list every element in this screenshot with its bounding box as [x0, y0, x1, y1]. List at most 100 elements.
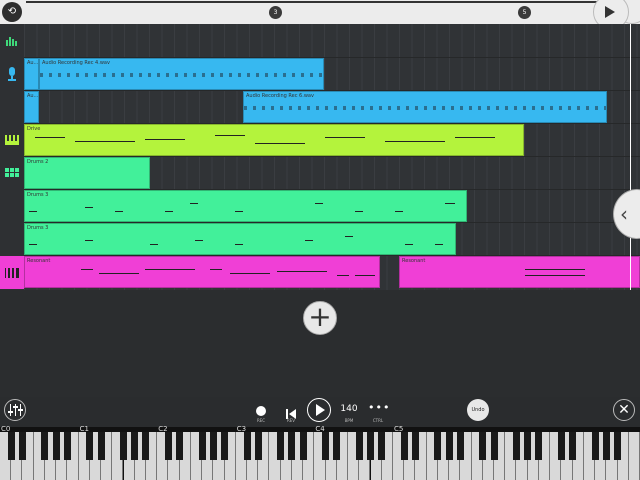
black-key[interactable] [52, 432, 60, 460]
clip-audio-recording[interactable]: Audio Recording Rec 6.wav [243, 91, 607, 123]
black-key[interactable] [164, 432, 172, 460]
black-key[interactable] [557, 432, 565, 460]
clip-audio-short[interactable]: Au... [24, 58, 39, 90]
black-key[interactable] [456, 432, 464, 460]
note-dash [85, 207, 93, 208]
note-dash [385, 141, 445, 142]
close-button[interactable]: ✕ [613, 399, 635, 421]
black-key[interactable] [198, 432, 206, 460]
black-key[interactable] [378, 432, 386, 460]
track-icon-synth[interactable] [0, 256, 24, 289]
black-key[interactable] [18, 432, 26, 460]
note-dash [235, 244, 243, 245]
clip-drums-3[interactable]: Drums 3 [24, 223, 456, 255]
black-key[interactable] [614, 432, 622, 460]
clip-drums-3[interactable]: Drums 3 [24, 190, 467, 222]
clip-title: Drums 3 [27, 225, 49, 231]
track-icon-piano[interactable] [0, 123, 24, 156]
note-dash [29, 211, 37, 212]
loop-icon[interactable]: ⟲ [2, 2, 22, 22]
clip-audio-recording[interactable]: Audio Recording Rec 4.wav [39, 58, 324, 90]
black-key[interactable] [254, 432, 262, 460]
timeline-marker[interactable]: 3 [269, 6, 282, 19]
play-button[interactable] [307, 398, 331, 422]
track-icon-mixer[interactable] [0, 24, 24, 57]
mixer-button[interactable] [4, 399, 26, 421]
black-key[interactable] [299, 432, 307, 460]
black-key[interactable] [411, 432, 419, 460]
black-key[interactable] [41, 432, 49, 460]
note-dash [455, 137, 495, 138]
note-dash [215, 135, 245, 136]
black-key[interactable] [243, 432, 251, 460]
note-dash [255, 143, 305, 144]
black-key[interactable] [7, 432, 15, 460]
note-dash [145, 139, 185, 140]
loop-bar[interactable] [26, 1, 618, 3]
black-key[interactable] [209, 432, 217, 460]
clip-audio-short[interactable]: Au... [24, 91, 39, 123]
black-key[interactable] [367, 432, 375, 460]
note-dash [85, 240, 93, 241]
arrangement-grid[interactable]: Au... Audio Recording Rec 4.wav Au... Au… [24, 24, 640, 290]
note-dash [165, 211, 173, 212]
clip-resonant[interactable]: Resonant [399, 256, 640, 288]
black-key[interactable] [176, 432, 184, 460]
note-dash [235, 211, 243, 212]
black-key[interactable] [535, 432, 543, 460]
record-button[interactable] [256, 406, 266, 416]
black-key[interactable] [445, 432, 453, 460]
note-dash [445, 203, 455, 204]
black-key[interactable] [591, 432, 599, 460]
drum-pads-icon [5, 167, 19, 177]
note-dash [325, 137, 365, 138]
note-dash [355, 211, 363, 212]
black-key[interactable] [322, 432, 330, 460]
track-icon-drums[interactable] [0, 156, 24, 189]
black-key[interactable] [602, 432, 610, 460]
piano-icon [5, 134, 19, 145]
black-key[interactable] [97, 432, 105, 460]
note-dash [75, 141, 135, 142]
black-key[interactable] [120, 432, 127, 460]
add-track-button[interactable]: + [303, 301, 337, 335]
black-key[interactable] [400, 432, 408, 460]
piano-keyboard[interactable]: C0 C1 C2 C3 C4 C5 [0, 425, 640, 480]
black-key[interactable] [333, 432, 341, 460]
white-key[interactable] [628, 432, 640, 480]
note-dash [525, 275, 585, 276]
clip-drive[interactable]: Drive [24, 124, 524, 156]
undo-button[interactable]: Undo [467, 399, 489, 421]
clip-resonant[interactable]: Resonant [24, 256, 380, 288]
black-key[interactable] [131, 432, 139, 460]
note-dash [35, 137, 65, 138]
waveform [40, 73, 323, 77]
bpm-value[interactable]: 140 [338, 404, 360, 414]
black-key[interactable] [142, 432, 150, 460]
black-key[interactable] [490, 432, 498, 460]
note-dash [115, 211, 123, 212]
note-dash [29, 244, 37, 245]
black-key[interactable] [221, 432, 229, 460]
black-key[interactable] [524, 432, 532, 460]
black-key[interactable] [63, 432, 71, 460]
black-key[interactable] [434, 432, 442, 460]
clip-drums-2[interactable]: Drums 2 [24, 157, 150, 189]
black-key[interactable] [479, 432, 487, 460]
octave-label: C1 [79, 425, 89, 433]
black-key[interactable] [569, 432, 577, 460]
black-key[interactable] [277, 432, 285, 460]
more-dots-icon[interactable]: ••• [368, 401, 389, 414]
timeline-ruler[interactable]: ⟲ 3 5 [0, 0, 640, 30]
timeline-marker[interactable]: 5 [518, 6, 531, 19]
black-key[interactable] [355, 432, 363, 460]
note-dash [99, 273, 139, 274]
clip-title: Drums 2 [27, 159, 49, 165]
black-key[interactable] [288, 432, 296, 460]
track-icon-audio[interactable] [0, 57, 24, 90]
microphone-icon [8, 66, 16, 81]
clip-title: Au... [27, 60, 39, 66]
playhead[interactable] [630, 24, 631, 290]
black-key[interactable] [86, 432, 94, 460]
black-key[interactable] [512, 432, 520, 460]
